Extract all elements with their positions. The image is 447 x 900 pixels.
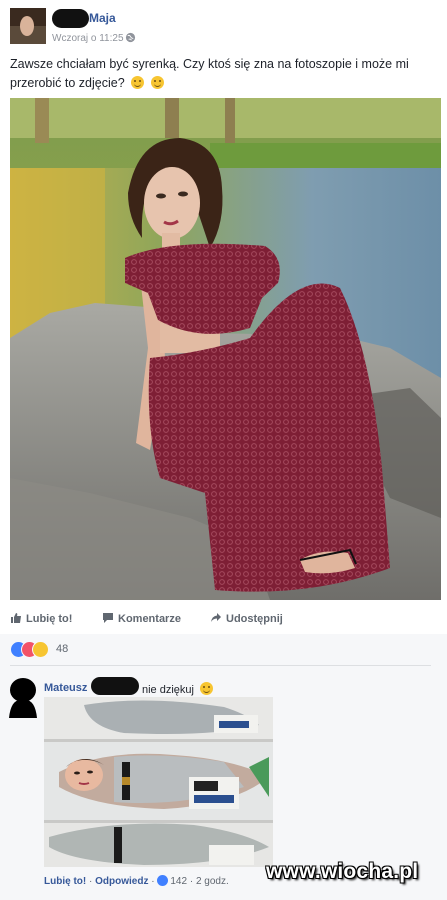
post-photo[interactable] (10, 98, 441, 600)
like-label: Lubię to! (26, 613, 73, 625)
comment-like-button[interactable]: Lubię to! (44, 876, 86, 887)
comment-icon (103, 613, 113, 623)
post-header: Maja Wczoraj o 11:25 (0, 0, 447, 52)
commenter-name[interactable]: Mateusz (44, 682, 87, 694)
author-avatar[interactable] (10, 8, 46, 44)
haha-icon (32, 641, 49, 658)
commenter-avatar[interactable] (5, 676, 41, 718)
comment-like-number: 142 (170, 876, 188, 887)
redaction-mark (91, 677, 139, 695)
like-icon (157, 875, 169, 886)
globe-icon (125, 32, 136, 43)
comment-like-count[interactable]: 142 (157, 875, 188, 887)
thumbs-up-icon (11, 613, 21, 623)
comment-message: nie dziękuj (142, 684, 194, 696)
comment-text: nie dziękuj (142, 682, 214, 696)
like-button[interactable]: Lubię to! (10, 612, 72, 625)
reaction-count[interactable]: 48 (56, 643, 68, 655)
kiss-emoji-icon (150, 76, 164, 89)
separator: · (89, 876, 93, 887)
divider (10, 665, 431, 666)
comment-time[interactable]: 2 godz. (196, 876, 229, 887)
comment-button[interactable]: Komentarze (102, 612, 181, 625)
author-name[interactable]: Maja (89, 11, 116, 25)
comment-actions: Lubię to! · Odpowiedz · 142 · 2 godz. (44, 875, 229, 887)
post-action-bar: Lubię to! Komentarze Udostępnij (0, 604, 447, 635)
share-button[interactable]: Udostępnij (210, 612, 283, 625)
post-message: Zawsze chciałam być syrenką. Czy ktoś si… (10, 57, 409, 90)
redaction-mark (52, 9, 89, 28)
smile-emoji-icon (200, 682, 214, 695)
comment-reply-button[interactable]: Odpowiedz (95, 876, 148, 887)
comment-photo[interactable] (44, 697, 273, 867)
share-icon (211, 613, 221, 622)
separator: · (189, 876, 194, 887)
watermark: www.wiocha.pl (266, 860, 419, 883)
comment-label: Komentarze (118, 613, 181, 625)
separator: · (151, 876, 155, 887)
post-text: Zawsze chciałam być syrenką. Czy ktoś si… (10, 55, 440, 93)
share-label: Udostępnij (226, 613, 283, 625)
post-timestamp[interactable]: Wczoraj o 11:25 (52, 33, 124, 44)
smile-emoji-icon (131, 76, 145, 89)
